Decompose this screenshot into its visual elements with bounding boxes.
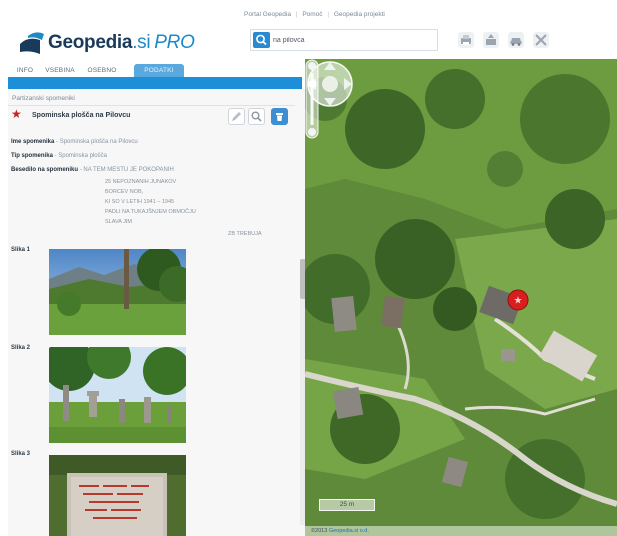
top-link-separator: |: [295, 11, 298, 18]
field-row: Besedilo na spomeniku - NA TEM MESTU JE …: [11, 167, 174, 173]
tab-osebno[interactable]: OSEBNO: [82, 64, 122, 77]
field-value: Spominska plošča na Pilovcu: [59, 139, 138, 145]
top-link-projects[interactable]: Geopedia projekti: [334, 11, 385, 18]
field-value: Spominska plošča: [58, 153, 107, 159]
field-label: Ime spomenika: [11, 139, 55, 145]
print-button[interactable]: [458, 32, 474, 48]
inscription-line: SLAVA JIM: [105, 219, 133, 225]
pencil-icon: [232, 112, 241, 121]
map-view[interactable]: ★ 25 m ©2013 Geopedia.si o.d.: [305, 59, 617, 536]
top-link-help[interactable]: Pomoč: [302, 11, 322, 18]
image-label: Slika 1: [11, 247, 31, 253]
print-icon: [461, 35, 471, 45]
search-input[interactable]: [273, 33, 433, 47]
geopedia-app: Portal Geopedia | Pomoč | Geopedia proje…: [0, 0, 617, 536]
edit-button[interactable]: [228, 108, 245, 125]
inscription-line: PADLI NA TUKAJŠNJEM OBMOČJU: [105, 209, 196, 215]
share-button[interactable]: [483, 32, 499, 48]
logo-edition: PRO: [154, 32, 195, 53]
divider: [8, 105, 295, 106]
logo-domain: .si: [132, 32, 151, 53]
logo-icon: [20, 32, 44, 54]
tools-button[interactable]: [533, 32, 549, 48]
zoom-to-button[interactable]: [248, 108, 265, 125]
share-icon: [486, 34, 496, 45]
breadcrumb[interactable]: Partizanski spomeniki: [12, 95, 75, 102]
magnifier-icon: [251, 111, 262, 122]
inscription-line: BORCEV NOB,: [105, 189, 144, 195]
image-thumbnail[interactable]: [49, 249, 186, 335]
tab-info[interactable]: INFO: [10, 64, 40, 77]
field-row: Ime spomenika - Spominska plošča na Pilo…: [11, 139, 138, 145]
field-row: Tip spomenika - Spominska plošča: [11, 153, 107, 159]
copyright-year: ©2013: [311, 528, 328, 534]
top-link-separator: |: [327, 11, 330, 18]
copyright-link[interactable]: Geopedia.si o.d.: [329, 528, 369, 534]
map-copyright: ©2013 Geopedia.si o.d.: [305, 526, 617, 536]
trash-icon: [276, 113, 283, 121]
tab-vsebina[interactable]: VSEBINA: [40, 64, 80, 77]
image-thumbnail[interactable]: [49, 347, 186, 443]
search-box: [250, 29, 438, 51]
zoom-slider[interactable]: [305, 59, 319, 139]
search-icon: [256, 34, 267, 46]
top-link-portal[interactable]: Portal Geopedia: [244, 11, 291, 18]
location-marker-icon[interactable]: ★: [506, 288, 530, 312]
logo[interactable]: Geopedia.si PRO: [18, 28, 218, 58]
svg-text:★: ★: [514, 296, 523, 307]
star-icon: ★: [11, 107, 22, 121]
scale-bar: 25 m: [319, 499, 375, 511]
feature-title: Spominska plošča na Pilovcu: [32, 112, 131, 119]
field-label: Tip spomenika: [11, 153, 53, 159]
search-button[interactable]: [253, 32, 270, 48]
author-note: ZB TREBUJA: [228, 231, 262, 237]
image-thumbnail[interactable]: [49, 455, 186, 536]
route-button[interactable]: [508, 32, 524, 48]
top-links: Portal Geopedia | Pomoč | Geopedia proje…: [244, 11, 388, 18]
tab-podatki[interactable]: PODATKI: [134, 64, 184, 77]
field-label: Besedilo na spomeniku: [11, 167, 79, 173]
inscription-line: KI SO V LETIH 1941 – 1945: [105, 199, 175, 205]
inscription-text: 25 NEPOZNANIH JUNAKOV BORCEV NOB, KI SO …: [105, 177, 196, 227]
field-value: NA TEM MESTU JE POKOPANIH: [83, 167, 174, 173]
logo-text: Geopedia.si PRO: [48, 32, 195, 54]
tools-icon: [535, 34, 547, 46]
car-icon: [510, 38, 522, 46]
image-label: Slika 3: [11, 451, 31, 457]
aerial-imagery: [305, 59, 617, 536]
delete-button[interactable]: [271, 108, 288, 125]
image-label: Slika 2: [11, 345, 31, 351]
tab-underline-bar: [8, 77, 302, 89]
data-panel: Partizanski spomeniki ★ Spominska plošča…: [8, 89, 305, 536]
logo-name: Geopedia: [48, 32, 133, 53]
inscription-line: 25 NEPOZNANIH JUNAKOV: [105, 179, 177, 185]
